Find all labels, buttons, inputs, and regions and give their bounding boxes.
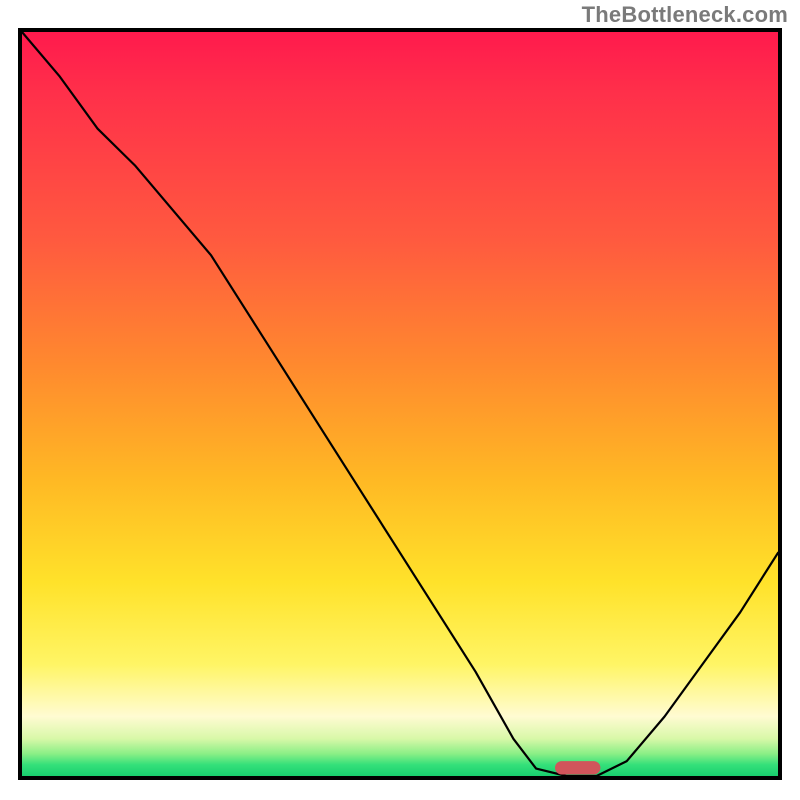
optimal-point-marker (555, 761, 600, 774)
plot-svg (22, 32, 778, 776)
watermark-text: TheBottleneck.com (582, 2, 788, 28)
plot-area (18, 28, 782, 780)
chart-stage: TheBottleneck.com (0, 0, 800, 800)
bottleneck-curve (22, 32, 778, 776)
